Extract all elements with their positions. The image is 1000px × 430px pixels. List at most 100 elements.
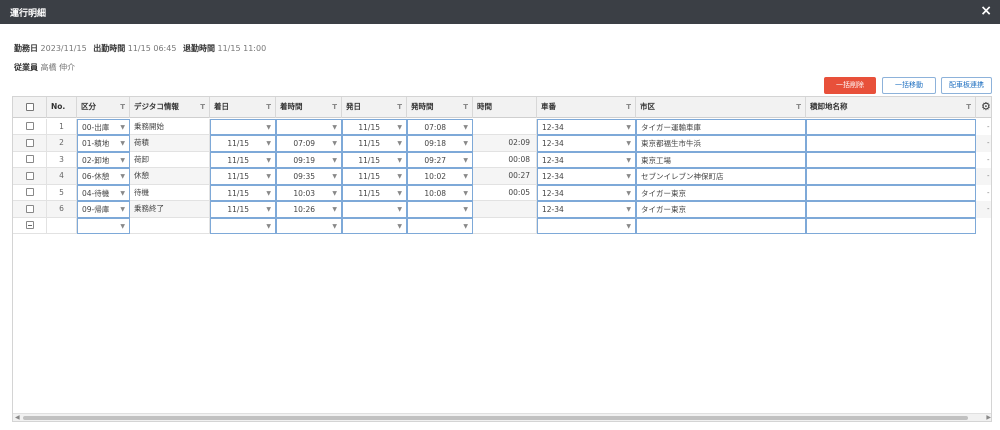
kubun-select[interactable]: ▼ [77, 217, 130, 234]
dropdown-arrow-icon[interactable]: ▼ [463, 120, 468, 135]
header-arrive-date[interactable]: 着日 T [210, 97, 276, 118]
dropdown-arrow-icon[interactable]: ▼ [266, 169, 271, 184]
header-depart-date[interactable]: 発日 T [342, 97, 407, 118]
dropdown-arrow-icon[interactable]: ▼ [332, 219, 337, 234]
dropdown-arrow-icon[interactable]: ▼ [397, 120, 402, 135]
dropdown-arrow-icon[interactable]: ▼ [120, 136, 125, 151]
dropdown-arrow-icon[interactable]: ▼ [397, 136, 402, 151]
new-row[interactable]: ▼ ▼ ▼ ▼ ▼ ▼ [13, 217, 991, 234]
row-checkbox[interactable] [25, 204, 34, 213]
vehicle-select[interactable]: 12-34 ▼ [537, 168, 636, 185]
vehicle-select[interactable]: 12-34 ▼ [537, 135, 636, 152]
dropdown-arrow-icon[interactable]: ▼ [626, 219, 631, 234]
row-checkbox-cell[interactable] [13, 151, 47, 168]
arrive-date-select[interactable]: 11/15 ▼ [210, 201, 276, 218]
filter-icon[interactable]: T [120, 97, 125, 117]
depart-date-select[interactable]: 11/15 ▼ [342, 151, 407, 168]
dropdown-arrow-icon[interactable]: ▼ [463, 169, 468, 184]
place-input[interactable] [806, 118, 976, 135]
row-checkbox-cell[interactable] [13, 217, 47, 234]
dropdown-arrow-icon[interactable]: ▼ [463, 136, 468, 151]
header-city[interactable]: 市区 T [636, 97, 806, 118]
row-checkbox[interactable] [25, 188, 34, 196]
place-input[interactable] [806, 168, 976, 185]
dropdown-arrow-icon[interactable]: ▼ [266, 202, 271, 217]
city-input[interactable]: タイガー東京 [636, 184, 806, 201]
dropdown-arrow-icon[interactable]: ▼ [120, 219, 125, 234]
vehicle-select[interactable]: ▼ [537, 217, 636, 234]
depart-time-select[interactable]: 09:27 ▼ [407, 151, 473, 168]
dropdown-arrow-icon[interactable]: ▼ [332, 120, 337, 135]
header-select-all[interactable] [13, 97, 47, 118]
scroll-right-icon[interactable]: ▶ [986, 414, 991, 421]
kubun-select[interactable]: 06-休憩 ▼ [77, 168, 130, 185]
arrive-time-select[interactable]: ▼ [276, 217, 342, 234]
dropdown-arrow-icon[interactable]: ▼ [397, 219, 402, 234]
row-checkbox[interactable] [25, 221, 34, 229]
row-checkbox[interactable] [25, 138, 34, 147]
dropdown-arrow-icon[interactable]: ▼ [397, 153, 402, 168]
bulk-move-button[interactable]: 一括移動 [882, 77, 936, 94]
table-row[interactable]: 6 09-帰庫 ▼ 乗務終了 11/15 ▼ 10:26 ▼ ▼ ▼ 12-34 ▼ タイガー東京 - [13, 201, 991, 218]
depart-time-select[interactable]: 07:08 ▼ [407, 118, 473, 135]
dropdown-arrow-icon[interactable]: ▼ [626, 186, 631, 201]
dropdown-arrow-icon[interactable]: ▼ [332, 169, 337, 184]
city-input[interactable]: タイガー東京 [636, 201, 806, 218]
horizontal-scrollbar[interactable]: ◀ ▶ [13, 413, 991, 421]
depart-time-select[interactable]: ▼ [407, 217, 473, 234]
kubun-select[interactable]: 04-待機 ▼ [77, 184, 130, 201]
row-menu-icon[interactable]: - [987, 123, 990, 131]
dropdown-arrow-icon[interactable]: ▼ [397, 169, 402, 184]
dropdown-arrow-icon[interactable]: ▼ [266, 120, 271, 135]
dropdown-arrow-icon[interactable]: ▼ [120, 120, 125, 135]
dropdown-arrow-icon[interactable]: ▼ [120, 153, 125, 168]
dropdown-arrow-icon[interactable]: ▼ [120, 202, 125, 217]
arrive-time-select[interactable]: 10:26 ▼ [276, 201, 342, 218]
arrive-date-select[interactable]: 11/15 ▼ [210, 184, 276, 201]
depart-date-select[interactable]: 11/15 ▼ [342, 135, 407, 152]
dropdown-arrow-icon[interactable]: ▼ [332, 153, 337, 168]
kubun-select[interactable]: 01-積地 ▼ [77, 135, 130, 152]
place-input[interactable] [806, 135, 976, 152]
depart-time-select[interactable]: 10:08 ▼ [407, 184, 473, 201]
header-kubun[interactable]: 区分 T [77, 97, 130, 118]
bulk-delete-button[interactable]: 一括削除 [824, 77, 876, 94]
dropdown-arrow-icon[interactable]: ▼ [463, 202, 468, 217]
select-all-checkbox[interactable] [25, 102, 34, 111]
row-menu-icon[interactable]: - [987, 205, 990, 213]
vehicle-select[interactable]: 12-34 ▼ [537, 184, 636, 201]
kubun-select[interactable]: 02-卸地 ▼ [77, 151, 130, 168]
row-checkbox-cell[interactable] [13, 201, 47, 218]
header-digitaco[interactable]: デジタコ情報 T [130, 97, 210, 118]
row-menu-icon[interactable]: - [987, 139, 990, 147]
header-place[interactable]: 積卸地名称 T [806, 97, 976, 118]
depart-date-select[interactable]: ▼ [342, 217, 407, 234]
kubun-select[interactable]: 00-出庫 ▼ [77, 118, 130, 135]
depart-date-select[interactable]: 11/15 ▼ [342, 184, 407, 201]
header-arrive-time[interactable]: 着時間 T [276, 97, 342, 118]
scroll-left-icon[interactable]: ◀ [15, 414, 20, 421]
arrive-date-select[interactable]: ▼ [210, 217, 276, 234]
vehicle-select[interactable]: 12-34 ▼ [537, 151, 636, 168]
place-input[interactable] [806, 184, 976, 201]
filter-icon[interactable]: T [626, 97, 631, 117]
filter-icon[interactable]: T [796, 97, 801, 117]
depart-date-select[interactable]: 11/15 ▼ [342, 118, 407, 135]
place-input[interactable] [806, 201, 976, 218]
dropdown-arrow-icon[interactable]: ▼ [120, 186, 125, 201]
dropdown-arrow-icon[interactable]: ▼ [266, 219, 271, 234]
place-input[interactable] [806, 217, 976, 234]
close-icon[interactable]: × [980, 3, 992, 19]
dropdown-arrow-icon[interactable]: ▼ [397, 202, 402, 217]
header-depart-time[interactable]: 発時間 T [407, 97, 473, 118]
vehicle-select[interactable]: 12-34 ▼ [537, 201, 636, 218]
city-input[interactable]: タイガー運輸車庫 [636, 118, 806, 135]
filter-icon[interactable]: T [966, 97, 971, 117]
arrive-date-select[interactable]: 11/15 ▼ [210, 135, 276, 152]
arrive-time-select[interactable]: ▼ [276, 118, 342, 135]
filter-icon[interactable]: T [463, 97, 468, 117]
vehicle-select[interactable]: 12-34 ▼ [537, 118, 636, 135]
dropdown-arrow-icon[interactable]: ▼ [463, 153, 468, 168]
dropdown-arrow-icon[interactable]: ▼ [626, 202, 631, 217]
table-row[interactable]: 2 01-積地 ▼ 荷積 11/15 ▼ 07:09 ▼ 11/15 ▼ 09:18 ▼ 02:09 12… [13, 135, 991, 152]
